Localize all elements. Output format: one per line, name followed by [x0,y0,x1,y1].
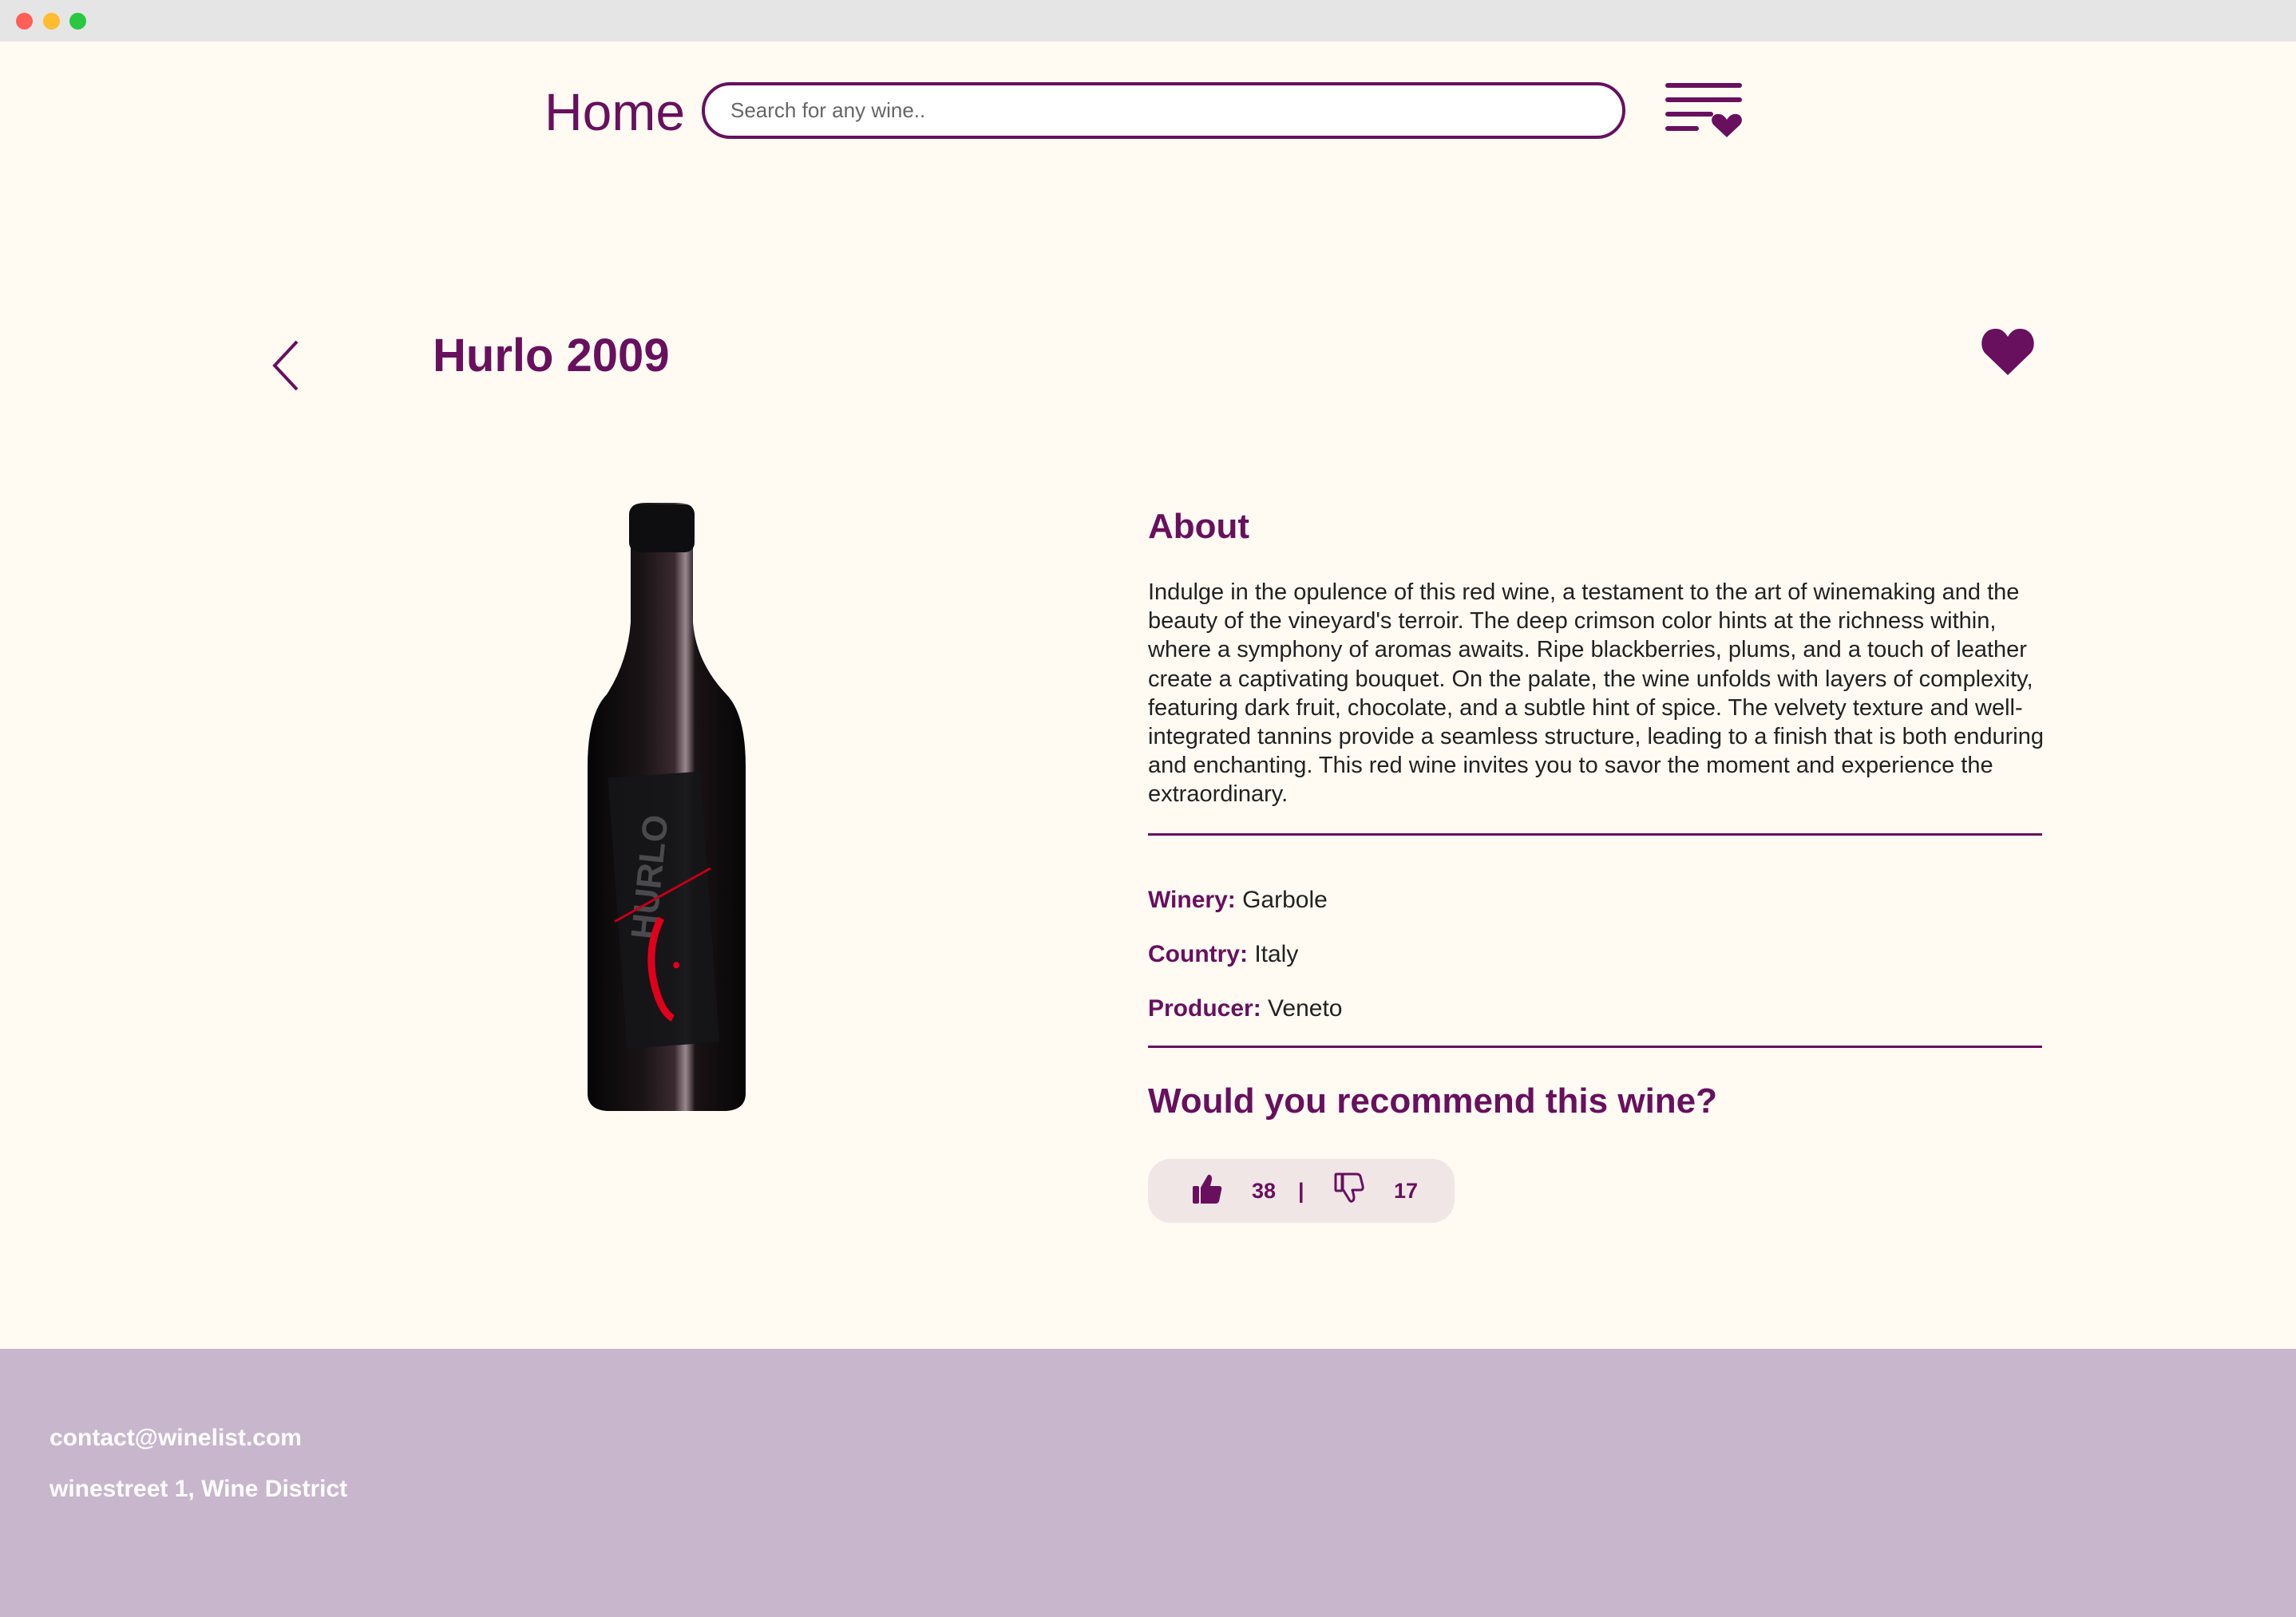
thumbs-down-icon[interactable] [1333,1172,1365,1204]
footer-address: winestreet 1, Wine District [49,1476,348,1502]
detail-producer: Producer: Veneto [1148,993,1342,1025]
country-value: Italy [1254,941,1299,967]
producer-value: Veneto [1268,995,1343,1022]
vote-box: 38 | 17 [1148,1159,1455,1223]
winery-value: Garbole [1242,887,1328,913]
home-link[interactable]: Home [544,80,685,144]
recommend-heading: Would you recommend this wine? [1148,1081,1718,1121]
about-description: Indulge in the opulence of this red wine… [1148,579,2045,808]
detail-winery: Winery: Garbole [1148,884,1328,916]
downvote-count: 17 [1394,1179,1419,1203]
country-label: Country: [1148,941,1248,967]
upvote-count: 38 [1252,1179,1277,1203]
wine-title: Hurlo 2009 [433,330,670,382]
minimize-window-button[interactable] [43,13,60,30]
browser-titlebar [0,0,2296,42]
maximize-window-button[interactable] [69,13,86,30]
producer-label: Producer: [1148,995,1261,1022]
footer-email: contact@winelist.com [49,1425,302,1451]
close-window-button[interactable] [16,13,33,30]
wine-bottle-image: HURLO [567,503,766,1117]
favorites-list-icon[interactable] [1665,80,1745,142]
divider [1148,833,2042,836]
detail-country: Country: Italy [1148,939,1298,971]
search-input[interactable] [702,82,1625,139]
back-chevron-icon[interactable] [267,335,307,391]
thumbs-up-icon[interactable] [1191,1173,1223,1205]
divider [1148,1046,2042,1048]
about-heading: About [1148,507,1250,546]
favorite-heart-icon[interactable] [1980,326,2036,377]
winery-label: Winery: [1148,887,1236,913]
vote-separator: | [1298,1179,1304,1203]
